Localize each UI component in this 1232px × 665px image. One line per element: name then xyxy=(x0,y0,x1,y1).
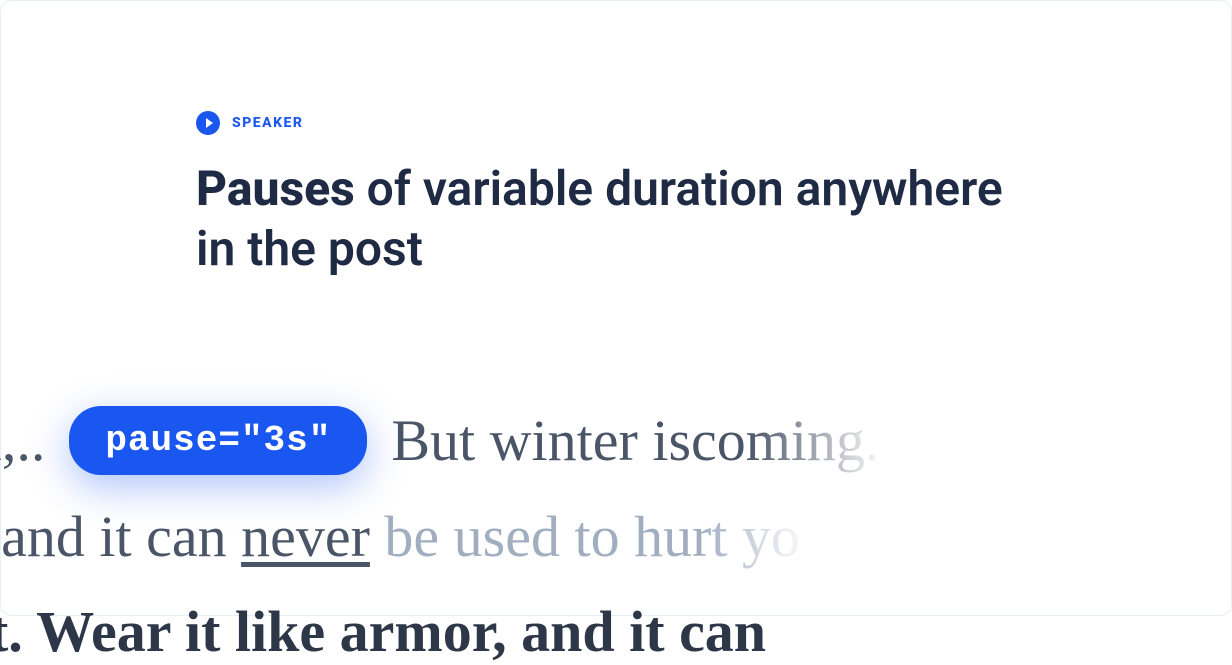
preview-line-2: mor, and it can never be used to hurt yo xyxy=(0,503,1232,570)
line1-left-text: r you,.. xyxy=(0,407,45,474)
heading-bold: Pauses xyxy=(196,160,355,217)
line3-text: ll not. Wear it like armor, and it can xyxy=(0,599,766,664)
line2-underlined: never xyxy=(241,504,370,569)
brand-label: SPEAKER xyxy=(232,115,303,131)
page-heading: Pauses of variable duration anywhere in … xyxy=(196,159,1016,279)
line2-mid-text: and it can xyxy=(1,504,241,569)
line1-right-fade: coming. xyxy=(691,407,879,474)
preview-line-3: ll not. Wear it like armor, and it can xyxy=(0,598,1232,665)
line2-fade-text: hurt yo xyxy=(634,504,800,569)
header-section: SPEAKER Pauses of variable duration anyw… xyxy=(1,1,1231,279)
pause-badge: pause="3s" xyxy=(69,406,367,475)
content-preview: r you,.. pause="3s" But winter is coming… xyxy=(0,406,1232,665)
play-circle-icon xyxy=(196,111,220,135)
line2-after-text: be used to xyxy=(370,504,634,569)
preview-line-1: r you,.. pause="3s" But winter is coming… xyxy=(0,406,1232,475)
line1-right-text: But winter is xyxy=(391,407,691,474)
brand-row: SPEAKER xyxy=(196,111,1231,135)
